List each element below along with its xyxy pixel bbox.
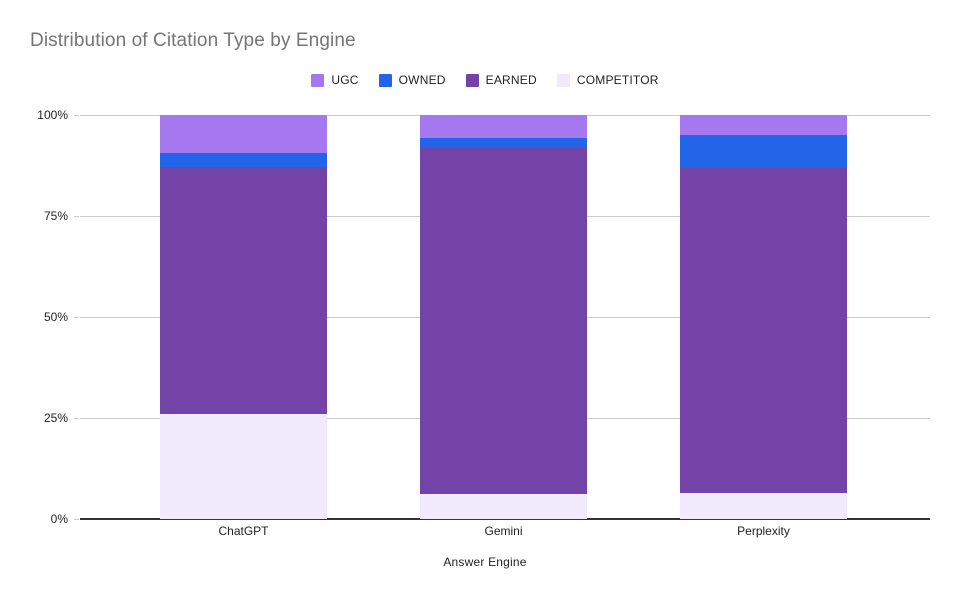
bar-segment-ugc[interactable] [160,115,327,153]
legend-label: UGC [331,73,359,87]
legend-item-ugc[interactable]: UGC [311,73,358,87]
chart-title: Distribution of Citation Type by Engine [30,30,356,51]
legend-label: OWNED [398,73,446,87]
y-tick-label: 0% [50,512,68,526]
x-axis-title: Answer Engine [443,555,527,569]
bar-segment-earned[interactable] [420,148,587,494]
x-tick-label-chatgpt: ChatGPT [218,524,269,538]
y-tick-mark [74,317,79,318]
y-tick-mark [74,519,79,520]
bar-segment-owned[interactable] [160,153,327,168]
bar-segment-competitor[interactable] [160,413,327,519]
y-tick-label: 75% [43,209,68,223]
y-tick-mark [74,216,79,217]
bar-group-chatgpt[interactable] [160,115,327,519]
chart-container: Distribution of Citation Type by Engine … [0,0,970,600]
legend-swatch-icon [378,73,392,87]
y-tick-label: 100% [37,108,68,122]
y-tick-mark [74,115,79,116]
bar-group-gemini[interactable] [420,115,587,519]
bar-segment-ugc[interactable] [680,115,847,136]
legend-swatch-icon [556,73,570,87]
bar-segment-earned[interactable] [680,168,847,494]
legend-swatch-icon [311,73,325,87]
legend-swatch-icon [465,73,479,87]
chart-legend: UGC OWNED EARNED COMPETITOR [0,73,970,87]
bar-group-perplexity[interactable] [680,115,847,519]
legend-label: COMPETITOR [576,73,659,87]
x-tick-label-perplexity: Perplexity [737,524,790,538]
y-axis: 100% 75% 50% 25% 0% [0,108,68,526]
y-tick-mark [74,418,79,419]
y-tick-label: 25% [43,411,68,425]
legend-item-competitor[interactable]: COMPETITOR [556,73,659,87]
bar-segment-owned[interactable] [420,138,587,149]
legend-item-owned[interactable]: OWNED [378,73,446,87]
bar-segment-ugc[interactable] [420,115,587,139]
bar-segment-owned[interactable] [680,135,847,169]
plot-area [74,115,930,520]
bar-segment-competitor[interactable] [680,493,847,519]
x-tick-label-gemini: Gemini [484,524,523,538]
legend-label: EARNED [485,73,537,87]
y-tick-label: 50% [43,310,68,324]
bar-segment-competitor[interactable] [420,493,587,519]
bar-segment-earned[interactable] [160,167,327,414]
legend-item-earned[interactable]: EARNED [465,73,537,87]
